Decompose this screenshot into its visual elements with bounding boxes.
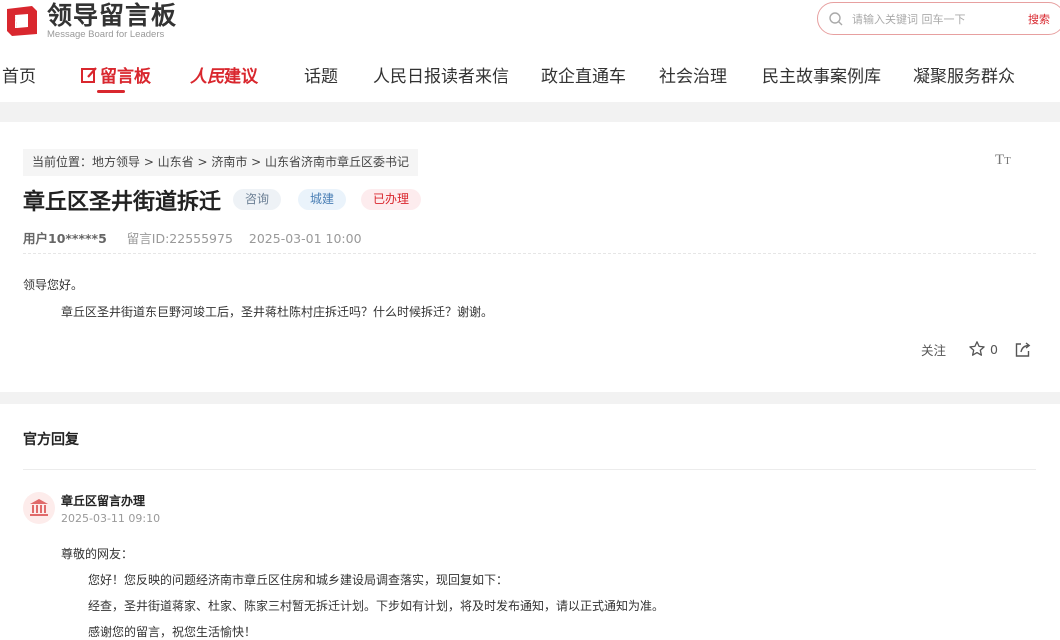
reply-heading: 官方回复 [23, 432, 79, 448]
tag-consult: 咨询 [233, 189, 282, 210]
page-title: 章丘区圣井街道拆迁 [23, 190, 222, 215]
logo-icon [7, 6, 37, 36]
nav-item-serve-masses[interactable]: 凝聚服务群众 [913, 62, 1015, 87]
search-input[interactable] [852, 9, 1022, 29]
reply-time: 2025-03-11 09:10 [61, 512, 161, 525]
nav-item-gov-enterprise[interactable]: 政企直通车 [541, 62, 626, 87]
status-badge: 已办理 [361, 189, 422, 210]
reply-card: 官方回复 章丘区留言办理 2025-03-11 09:10 尊敬的网友： 您好！… [0, 404, 1060, 640]
divider [23, 253, 1036, 254]
divider [23, 469, 1036, 470]
avatar [23, 492, 55, 524]
nav-item-readers-letters[interactable]: 人民日报读者来信 [373, 62, 509, 87]
user-name: 用户10*****5 [23, 231, 107, 246]
logo-subtitle: Message Board for Leaders [47, 28, 165, 40]
favorite-button[interactable]: 0 [968, 340, 998, 358]
font-size-icon[interactable]: TT [995, 152, 1011, 169]
message-datetime: 2025-03-01 10:00 [248, 231, 362, 246]
message-id: 留言ID:22555975 [126, 231, 233, 246]
nav-active-indicator [97, 90, 125, 93]
nav-item-message-board-label: 留言板 [100, 67, 151, 87]
message-actions: 关注 0 [921, 338, 1031, 360]
site-logo[interactable]: 领导留言板 Message Board for Leaders [4, 2, 177, 40]
message-body: 章丘区圣井街道东巨野河竣工后，圣井蒋杜陈村庄拆迁吗？什么时候拆迁？谢谢。 [61, 305, 494, 319]
search-button[interactable]: 搜索 [1028, 11, 1050, 27]
reply-line: 尊敬的网友： [61, 547, 134, 561]
star-icon [969, 341, 985, 356]
search-icon [829, 12, 843, 26]
government-building-icon [30, 499, 48, 516]
logo-title: 领导留言板 [47, 0, 178, 30]
message-meta: 用户10*****5 留言ID:22555975 2025-03-01 10:0… [23, 228, 362, 247]
reply-line: 经查，圣井街道蒋家、杜家、陈家三村暂无拆迁计划。下步如有计划，将及时发布通知，请… [88, 599, 665, 613]
rmjy-part-people: 人民 [190, 67, 224, 87]
message-board-icon [81, 67, 97, 83]
share-icon[interactable] [1014, 341, 1031, 358]
nav-item-democracy-stories[interactable]: 民主故事案例库 [762, 62, 881, 87]
site-header: 领导留言板 Message Board for Leaders 搜索 首页 留言… [0, 0, 1060, 102]
nav-item-people-suggestion[interactable]: 人民建议 [190, 62, 258, 87]
reply-line: 您好！您反映的问题经济南市章丘区住房和城乡建设局调查落实，现回复如下： [88, 573, 509, 587]
follow-button[interactable]: 关注 [921, 340, 946, 359]
search-box: 搜索 [817, 2, 1060, 35]
favorite-count: 0 [990, 341, 998, 357]
nav-item-message-board[interactable]: 留言板 [80, 62, 151, 87]
reply-line: 感谢您的留言，祝您生活愉快！ [88, 625, 257, 639]
breadcrumb: 当前位置：地方领导 > 山东省 > 济南市 > 山东省济南市章丘区委书记 [23, 149, 419, 176]
nav-item-social-governance[interactable]: 社会治理 [659, 62, 727, 87]
main-nav: 首页 留言板 人民建议 话题 人民日报读者来信 政企直通车 社会治理 民主故事案… [0, 58, 1060, 94]
rmjy-part-suggest: 建议 [224, 67, 258, 87]
nav-item-topics[interactable]: 话题 [304, 62, 338, 87]
message-card: 当前位置：地方领导 > 山东省 > 济南市 > 山东省济南市章丘区委书记 TT … [0, 122, 1060, 392]
nav-item-home[interactable]: 首页 [2, 62, 36, 87]
reply-org-name: 章丘区留言办理 [61, 494, 146, 508]
tag-urban-construction: 城建 [298, 189, 347, 210]
message-greeting: 领导您好。 [23, 278, 84, 292]
